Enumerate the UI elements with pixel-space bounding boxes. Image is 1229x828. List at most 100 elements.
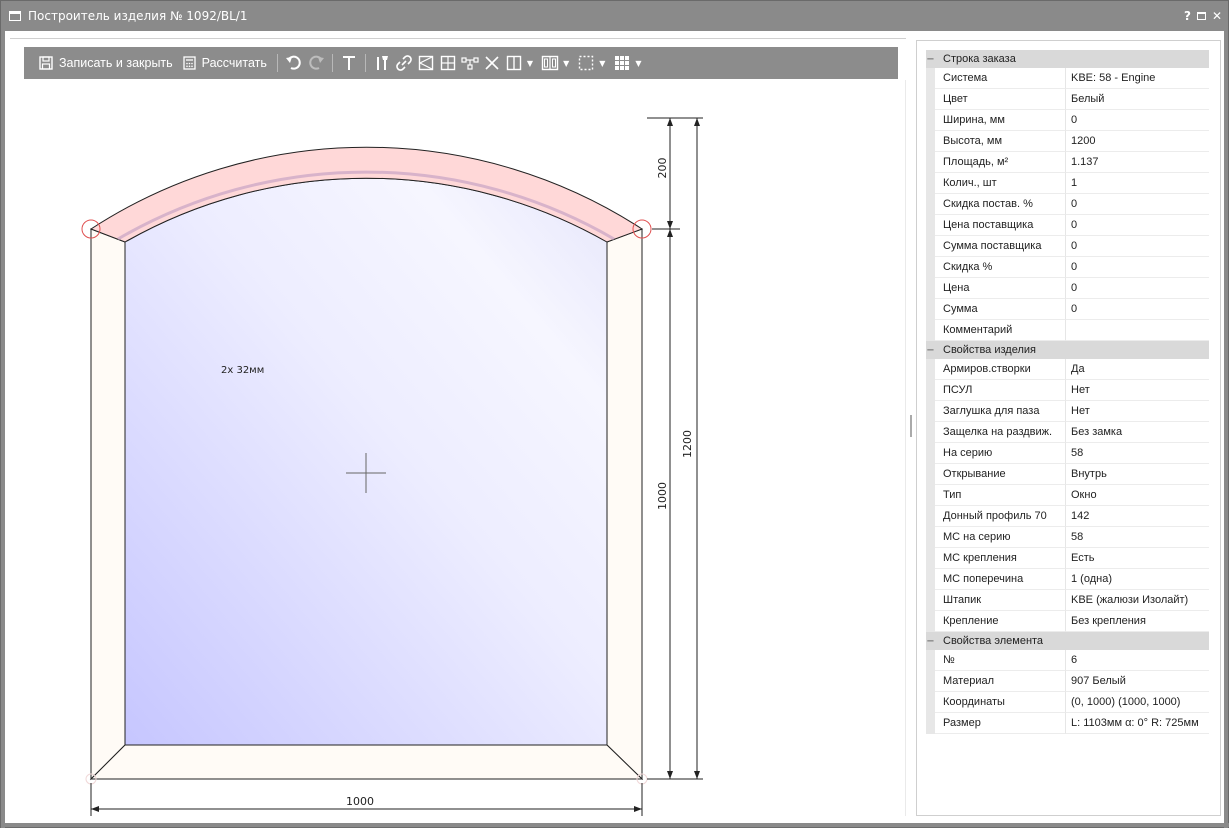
undo-button[interactable] — [283, 47, 305, 79]
split-dropdown[interactable]: ▼ — [503, 47, 533, 79]
collapse-icon[interactable]: − — [926, 341, 935, 359]
property-row[interactable]: Донный профиль 70 142 — [926, 506, 1209, 527]
property-value[interactable]: 0 — [1066, 110, 1209, 131]
property-row[interactable]: ПСУЛ Нет — [926, 380, 1209, 401]
collapse-icon[interactable]: − — [926, 50, 935, 68]
property-value[interactable]: Нет — [1066, 401, 1209, 422]
property-row[interactable]: Армиров.створки Да — [926, 359, 1209, 380]
property-row[interactable]: Защелка на раздвиж. Без замка — [926, 422, 1209, 443]
property-row[interactable]: Координаты (0, 1000) (1000, 1000) — [926, 692, 1209, 713]
collapse-icon[interactable]: − — [926, 632, 935, 650]
property-row[interactable]: Материал 907 Белый — [926, 671, 1209, 692]
calculate-button[interactable]: Рассчитать — [178, 47, 272, 79]
frame-bottom-sill[interactable] — [89, 744, 644, 780]
property-row[interactable]: № 6 — [926, 650, 1209, 671]
property-value[interactable]: Внутрь — [1066, 464, 1209, 485]
category-element[interactable]: − Свойства элемента — [926, 632, 1209, 650]
property-row[interactable]: Площадь, м² 1.137 — [926, 152, 1209, 173]
property-row[interactable]: Колич., шт 1 — [926, 173, 1209, 194]
property-value[interactable]: 0 — [1066, 236, 1209, 257]
property-row[interactable]: Штапик KBE (жалюзи Изолайт) — [926, 590, 1209, 611]
link-button[interactable] — [393, 47, 415, 79]
chevron-down-icon[interactable]: ▼ — [599, 59, 605, 68]
layout-dropdown[interactable]: ▼ — [611, 47, 642, 79]
grid-button[interactable] — [437, 47, 459, 79]
property-row[interactable]: Тип Окно — [926, 485, 1209, 506]
property-row[interactable]: Скидка % 0 — [926, 257, 1209, 278]
property-row[interactable]: Заглушка для паза Нет — [926, 401, 1209, 422]
property-value[interactable]: 1200 — [1066, 131, 1209, 152]
panel-splitter[interactable] — [910, 415, 912, 437]
select-button[interactable] — [575, 47, 597, 79]
property-row[interactable]: Цена 0 — [926, 278, 1209, 299]
property-value[interactable]: 6 — [1066, 650, 1209, 671]
property-row[interactable]: Крепление Без крепления — [926, 611, 1209, 632]
category-product[interactable]: − Свойства изделия — [926, 341, 1209, 359]
property-value[interactable]: Да — [1066, 359, 1209, 380]
property-row[interactable]: Комментарий — [926, 320, 1209, 341]
frame-right-jamb[interactable] — [606, 228, 643, 781]
property-row[interactable]: Ширина, мм 0 — [926, 110, 1209, 131]
tools-button[interactable] — [371, 47, 393, 79]
property-row[interactable]: МС поперечина 1 (одна) — [926, 569, 1209, 590]
chevron-down-icon[interactable]: ▼ — [527, 59, 533, 68]
property-value[interactable]: Окно — [1066, 485, 1209, 506]
split-button[interactable] — [503, 47, 525, 79]
property-value[interactable]: Белый — [1066, 89, 1209, 110]
property-value[interactable]: Без замка — [1066, 422, 1209, 443]
close-button[interactable]: ✕ — [1212, 9, 1222, 23]
property-row[interactable]: Цвет Белый — [926, 89, 1209, 110]
property-value[interactable]: 0 — [1066, 299, 1209, 320]
help-button[interactable]: ? — [1184, 9, 1191, 23]
dim-rect-height-label[interactable]: 1000 — [656, 482, 669, 510]
property-value[interactable]: 58 — [1066, 527, 1209, 548]
property-row[interactable]: Сумма 0 — [926, 299, 1209, 320]
redo-button[interactable] — [305, 47, 327, 79]
chevron-down-icon[interactable]: ▼ — [563, 59, 569, 68]
delete-button[interactable] — [481, 47, 503, 79]
property-value[interactable]: (0, 1000) (1000, 1000) — [1066, 692, 1209, 713]
maximize-button[interactable] — [1196, 12, 1206, 20]
property-row[interactable]: Система KBE: 58 - Engine — [926, 68, 1209, 89]
property-row[interactable]: Открывание Внутрь — [926, 464, 1209, 485]
chevron-down-icon[interactable]: ▼ — [635, 59, 641, 68]
property-value[interactable]: KBE (жалюзи Изолайт) — [1066, 590, 1209, 611]
property-value[interactable]: 1 (одна) — [1066, 569, 1209, 590]
property-value[interactable]: 0 — [1066, 215, 1209, 236]
property-row[interactable]: Цена поставщика 0 — [926, 215, 1209, 236]
property-value[interactable] — [1066, 320, 1209, 341]
dim-arc-height-label[interactable]: 200 — [656, 158, 669, 179]
property-value[interactable]: 58 — [1066, 443, 1209, 464]
property-row[interactable]: МС крепления Есть — [926, 548, 1209, 569]
property-value[interactable]: 0 — [1066, 278, 1209, 299]
property-row[interactable]: Высота, мм 1200 — [926, 131, 1209, 152]
property-value[interactable]: Без крепления — [1066, 611, 1209, 632]
property-value[interactable]: 1.137 — [1066, 152, 1209, 173]
frame-left-jamb[interactable] — [90, 228, 126, 781]
profile-button[interactable] — [539, 47, 561, 79]
property-row[interactable]: Скидка постав. % 0 — [926, 194, 1209, 215]
sash-button[interactable] — [415, 47, 437, 79]
connector-button[interactable] — [459, 47, 481, 79]
property-row[interactable]: На серию 58 — [926, 443, 1209, 464]
property-value[interactable]: 0 — [1066, 194, 1209, 215]
property-value[interactable]: 1 — [1066, 173, 1209, 194]
property-value[interactable]: Нет — [1066, 380, 1209, 401]
profile-dropdown[interactable]: ▼ — [539, 47, 569, 79]
property-value[interactable]: 907 Белый — [1066, 671, 1209, 692]
save-close-button[interactable]: Записать и закрыть — [34, 47, 178, 79]
text-tool-button[interactable] — [338, 47, 360, 79]
property-value[interactable]: Есть — [1066, 548, 1209, 569]
category-order[interactable]: − Строка заказа — [926, 50, 1209, 68]
property-value[interactable]: L: 1103мм α: 0° R: 725мм — [1066, 713, 1209, 734]
dim-total-height-label[interactable]: 1200 — [681, 430, 694, 458]
layout-button[interactable] — [611, 47, 633, 79]
property-value[interactable]: KBE: 58 - Engine — [1066, 68, 1209, 89]
property-row[interactable]: МС на серию 58 — [926, 527, 1209, 548]
dim-width-label[interactable]: 1000 — [346, 795, 374, 808]
property-value[interactable]: 142 — [1066, 506, 1209, 527]
property-row[interactable]: Размер L: 1103мм α: 0° R: 725мм — [926, 713, 1209, 734]
property-value[interactable]: 0 — [1066, 257, 1209, 278]
select-dropdown[interactable]: ▼ — [575, 47, 605, 79]
property-row[interactable]: Сумма поставщика 0 — [926, 236, 1209, 257]
